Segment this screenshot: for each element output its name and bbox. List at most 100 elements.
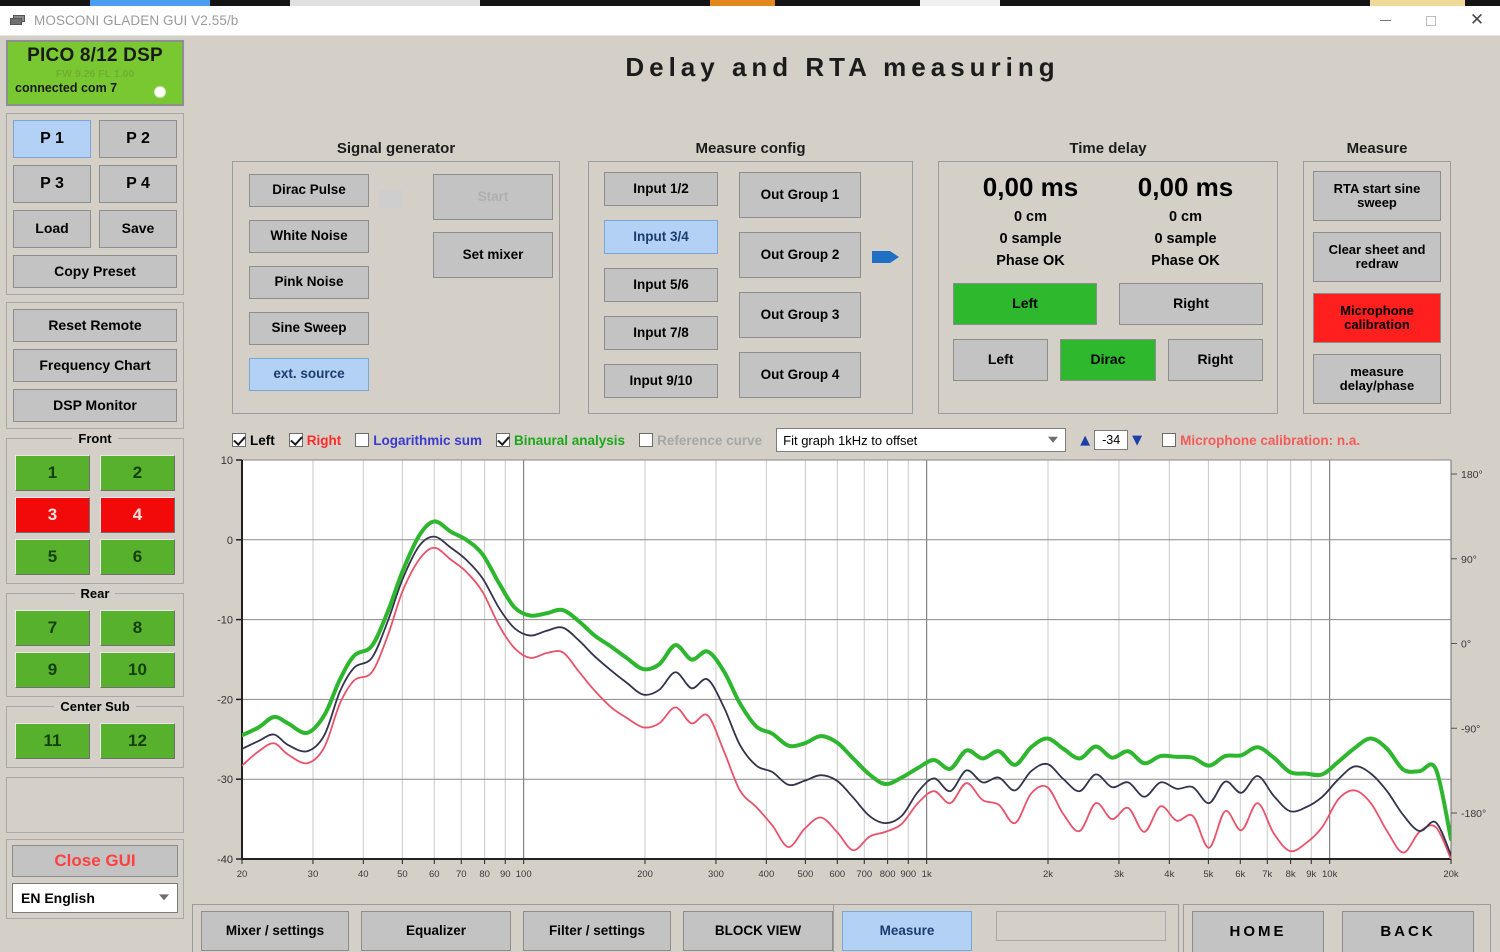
pink-noise-button[interactable]: Pink Noise: [249, 266, 369, 299]
channel-button-9[interactable]: 9: [15, 652, 90, 688]
close-gui-button[interactable]: Close GUI: [12, 845, 178, 877]
measure-status-group: Measure Ready: [833, 904, 1179, 952]
reset-remote-button[interactable]: Reset Remote: [13, 309, 177, 342]
measure-button[interactable]: Measure: [842, 911, 972, 951]
load-button[interactable]: Load: [13, 210, 91, 248]
checkbox-binaural-analysis-box[interactable]: [496, 433, 511, 447]
ext-source-button[interactable]: ext. source: [249, 358, 369, 391]
fit-graph-select-value: Fit graph 1kHz to offset: [783, 432, 918, 448]
out-group-1-button[interactable]: Out Group 1: [739, 172, 861, 218]
chart-x-tick-label: 70: [456, 869, 467, 880]
checkbox-microphone-calibration-box[interactable]: [1162, 433, 1177, 447]
microphone-calibration-button[interactable]: Microphone calibration: [1313, 293, 1441, 343]
checkbox-binaural-analysis[interactable]: Binaural analysis: [496, 433, 625, 448]
right-arrow-icon[interactable]: [870, 246, 902, 268]
spin-down-icon[interactable]: ▼: [1128, 433, 1146, 448]
input-button-9-10[interactable]: Input 9/10: [604, 364, 718, 398]
chart-x-tick-label: 700: [856, 869, 872, 880]
minimize-button[interactable]: [1362, 6, 1408, 36]
checkbox-left-box[interactable]: [232, 433, 246, 447]
chart-x-tick-label: 30: [308, 869, 319, 880]
input-button-3-4[interactable]: Input 3/4: [604, 220, 718, 254]
channel-group-center-sub: Center Sub 11 12: [6, 699, 184, 768]
close-button[interactable]: ✕: [1454, 6, 1500, 36]
source-dirac-button[interactable]: Dirac: [1060, 339, 1156, 381]
chart-y2-tick-label: 90°: [1461, 554, 1477, 566]
rta-start-sine-sweep-button[interactable]: RTA start sine sweep: [1313, 171, 1441, 221]
source-left-button[interactable]: Left: [953, 339, 1049, 381]
checkbox-reference-curve[interactable]: Reference curve: [639, 433, 762, 448]
window-icon: [10, 14, 26, 28]
input-button-7-8[interactable]: Input 7/8: [604, 316, 718, 350]
offset-stepper[interactable]: ▲ -34 ▼: [1076, 430, 1146, 450]
checkbox-logarithmic-sum-box[interactable]: [355, 433, 370, 447]
maximize-button[interactable]: [1408, 6, 1454, 36]
preset-button-p3[interactable]: P 3: [13, 165, 91, 203]
right-delay-ms: 0,00 ms: [1137, 172, 1234, 202]
out-group-3-button[interactable]: Out Group 3: [739, 292, 861, 338]
chevron-down-icon: [1048, 436, 1059, 443]
offset-value[interactable]: -34: [1094, 430, 1129, 450]
checkbox-reference-curve-box[interactable]: [639, 433, 654, 447]
channel-button-5[interactable]: 5: [15, 539, 90, 575]
start-button[interactable]: Start: [433, 174, 553, 220]
preset-button-p4[interactable]: P 4: [99, 165, 177, 203]
preset-button-p1[interactable]: P 1: [13, 120, 91, 158]
measure-delay-phase-button[interactable]: measure delay/phase: [1313, 354, 1441, 404]
channel-button-8[interactable]: 8: [100, 610, 175, 646]
checkbox-logarithmic-sum[interactable]: Logarithmic sum: [355, 433, 482, 448]
chart-y-tick-label: 10: [221, 455, 233, 467]
channel-button-10[interactable]: 10: [100, 652, 175, 688]
equalizer-button[interactable]: Equalizer: [361, 911, 511, 951]
filter-settings-button[interactable]: Filter / settings: [523, 911, 671, 951]
channel-button-3[interactable]: 3: [15, 497, 90, 533]
channel-button-7[interactable]: 7: [15, 610, 90, 646]
checkbox-right[interactable]: Right: [288, 433, 341, 448]
channel-button-2[interactable]: 2: [100, 455, 175, 491]
fit-graph-select[interactable]: Fit graph 1kHz to offset: [776, 428, 1067, 452]
channel-button-4[interactable]: 4: [100, 497, 175, 533]
sine-sweep-button[interactable]: Sine Sweep: [249, 312, 369, 345]
measure-panel-caption: Measure: [1346, 140, 1408, 157]
channel-button-1[interactable]: 1: [15, 455, 90, 491]
channel-button-12[interactable]: 12: [100, 723, 175, 759]
block-view-button[interactable]: BLOCK VIEW: [683, 911, 833, 951]
rta-chart-svg[interactable]: 100-10-20-30-40180°90°0°-90°-180°20 30 40 5…: [204, 452, 1489, 897]
mixer-settings-button[interactable]: Mixer / settings: [201, 911, 349, 951]
checkbox-right-box[interactable]: [288, 433, 303, 447]
chart-x-tick-label: 8k: [1286, 869, 1296, 880]
channel-group-front: Front 1 2 3 4 5 6: [6, 431, 184, 584]
time-delay-right-button[interactable]: Right: [1119, 283, 1263, 325]
checkbox-left[interactable]: Left: [232, 433, 275, 448]
preset-group: P 1 P 2 P 3 P 4 Load Save Copy Preset: [6, 113, 184, 295]
out-group-4-button[interactable]: Out Group 4: [739, 352, 861, 398]
chart-y-tick-label: -10: [217, 615, 233, 627]
copy-preset-button[interactable]: Copy Preset: [13, 255, 177, 288]
source-right-button[interactable]: Right: [1167, 339, 1263, 381]
back-button[interactable]: BACK: [1342, 911, 1474, 952]
channel-button-6[interactable]: 6: [100, 539, 175, 575]
time-delay-left-button[interactable]: Left: [953, 283, 1097, 325]
spin-up-icon[interactable]: ▲: [1076, 433, 1094, 448]
chart-x-tick-label: 500: [797, 869, 813, 880]
clear-sheet-redraw-button[interactable]: Clear sheet and redraw: [1313, 232, 1441, 282]
rta-chart[interactable]: 10 0 -10 -20 -30 -40 180° 90° 0° -90° -180° 20 30 40 5…: [204, 452, 1489, 897]
chart-x-tick-label: 200: [637, 869, 653, 880]
preset-button-p2[interactable]: P 2: [99, 120, 177, 158]
input-button-1-2[interactable]: Input 1/2: [604, 172, 718, 206]
checkbox-microphone-calibration-label: Microphone calibration: n.a.: [1180, 432, 1361, 448]
channel-button-11[interactable]: 11: [15, 723, 90, 759]
white-noise-button[interactable]: White Noise: [249, 220, 369, 253]
input-button-5-6[interactable]: Input 5/6: [604, 268, 718, 302]
dsp-monitor-button[interactable]: DSP Monitor: [13, 389, 177, 422]
dirac-pulse-button[interactable]: Dirac Pulse: [249, 174, 369, 207]
checkbox-microphone-calibration[interactable]: Microphone calibration: n.a.: [1162, 433, 1360, 448]
language-select[interactable]: EN English: [12, 883, 178, 913]
save-button[interactable]: Save: [99, 210, 177, 248]
chart-x-tick-label: 800: [880, 869, 896, 880]
home-button[interactable]: HOME: [1192, 911, 1324, 952]
frequency-chart-button[interactable]: Frequency Chart: [13, 349, 177, 382]
out-group-2-button[interactable]: Out Group 2: [739, 232, 861, 278]
set-mixer-button[interactable]: Set mixer: [433, 232, 553, 278]
right-phase-status: Phase OK: [1151, 253, 1220, 269]
